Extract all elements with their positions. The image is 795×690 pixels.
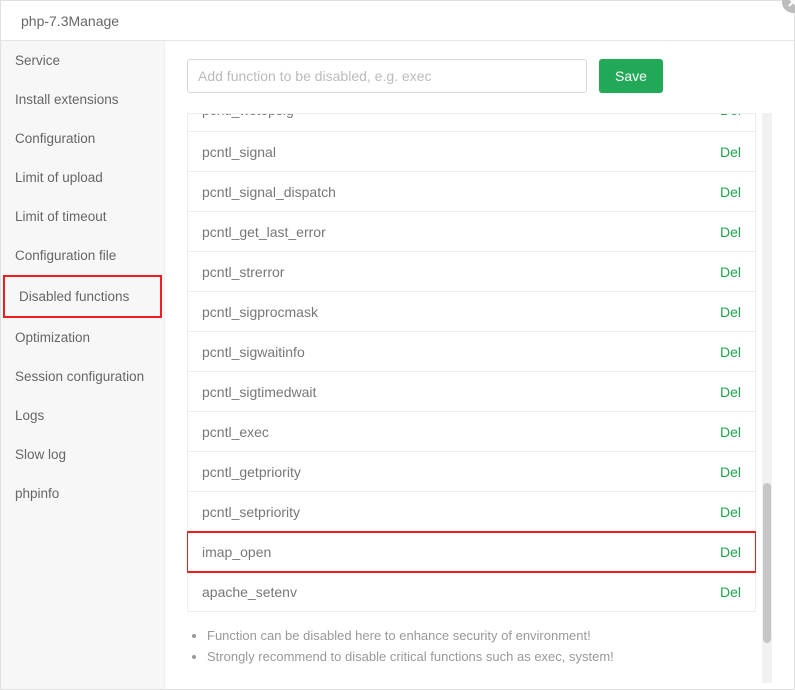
function-list: pcntl_wstopsig Del pcntl_signal Del pcnt… [187,113,756,683]
sidebar-item-optimization[interactable]: Optimization [1,318,164,357]
delete-link[interactable]: Del [720,384,741,400]
table-row: pcntl_strerror Del [187,252,756,292]
scrollbar-track[interactable] [762,113,772,683]
function-name: imap_open [202,544,271,560]
sidebar-item-logs[interactable]: Logs [1,396,164,435]
window-title: php-7.3Manage [21,13,119,29]
table-row: pcntl_getpriority Del [187,452,756,492]
function-name: pcntl_exec [202,424,269,440]
sidebar-item-service[interactable]: Service [1,41,164,80]
footer-note: Strongly recommend to disable critical f… [207,649,756,664]
table-row: pcntl_signal_dispatch Del [187,172,756,212]
function-name: pcntl_signal_dispatch [202,184,336,200]
function-name: pcntl_get_last_error [202,224,326,240]
close-icon[interactable] [782,0,795,13]
sidebar: Service Install extensions Configuration… [1,41,165,689]
delete-link[interactable]: Del [720,144,741,160]
table-row: pcntl_wstopsig Del [187,114,756,132]
title-bar: php-7.3Manage [1,1,794,41]
function-name: apache_setenv [202,584,297,600]
table-row: pcntl_setpriority Del [187,492,756,532]
sidebar-item-slow-log[interactable]: Slow log [1,435,164,474]
delete-link[interactable]: Del [720,264,741,280]
sidebar-item-limit-upload[interactable]: Limit of upload [1,158,164,197]
delete-link[interactable]: Del [720,424,741,440]
delete-link[interactable]: Del [720,304,741,320]
function-name: pcntl_getpriority [202,464,301,480]
sidebar-item-session-configuration[interactable]: Session configuration [1,357,164,396]
sidebar-item-configuration-file[interactable]: Configuration file [1,236,164,275]
table-row: pcntl_get_last_error Del [187,212,756,252]
delete-link[interactable]: Del [720,584,741,600]
function-name: pcntl_signal [202,144,276,160]
footer-note: Function can be disabled here to enhance… [207,628,756,643]
sidebar-item-limit-timeout[interactable]: Limit of timeout [1,197,164,236]
table-row: pcntl_exec Del [187,412,756,452]
function-name: pcntl_setpriority [202,504,300,520]
delete-link[interactable]: Del [720,464,741,480]
sidebar-item-install-extensions[interactable]: Install extensions [1,80,164,119]
delete-link[interactable]: Del [720,114,741,118]
add-function-input[interactable] [187,59,587,93]
sidebar-item-disabled-functions[interactable]: Disabled functions [3,275,162,318]
table-row: pcntl_sigprocmask Del [187,292,756,332]
delete-link[interactable]: Del [720,184,741,200]
function-name: pcntl_sigtimedwait [202,384,316,400]
delete-link[interactable]: Del [720,224,741,240]
main-content: Save pcntl_wstopsig Del pcntl_signal Del… [165,41,794,689]
table-row: pcntl_signal Del [187,132,756,172]
toolbar: Save [187,59,772,93]
table-row: pcntl_sigtimedwait Del [187,372,756,412]
save-button[interactable]: Save [599,59,663,93]
table-row: apache_setenv Del [187,572,756,612]
delete-link[interactable]: Del [720,544,741,560]
function-name: pcntl_wstopsig [202,114,294,118]
sidebar-item-configuration[interactable]: Configuration [1,119,164,158]
scrollbar-thumb[interactable] [763,483,771,643]
delete-link[interactable]: Del [720,504,741,520]
delete-link[interactable]: Del [720,344,741,360]
function-name: pcntl_sigwaitinfo [202,344,305,360]
footer-notes: Function can be disabled here to enhance… [187,628,756,664]
table-row: pcntl_sigwaitinfo Del [187,332,756,372]
table-row: imap_open Del [187,532,756,572]
function-name: pcntl_strerror [202,264,284,280]
function-name: pcntl_sigprocmask [202,304,318,320]
sidebar-item-phpinfo[interactable]: phpinfo [1,474,164,513]
